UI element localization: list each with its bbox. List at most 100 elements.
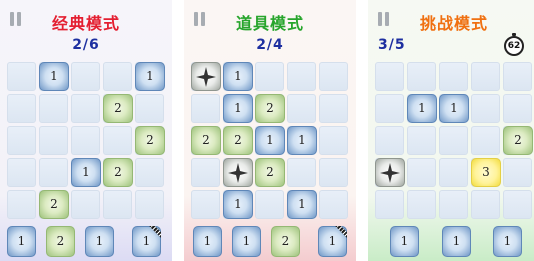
- tray-tile[interactable]: 1: [7, 226, 36, 257]
- number-tile[interactable]: 2: [39, 190, 69, 219]
- board-cell[interactable]: [503, 94, 532, 123]
- board-cell[interactable]: [407, 158, 436, 187]
- number-tile[interactable]: 1: [223, 190, 253, 219]
- board-cell[interactable]: [39, 158, 68, 187]
- lock-ribbon-icon: [146, 226, 161, 241]
- board-cell[interactable]: [439, 62, 468, 91]
- tile-tray[interactable]: 111: [368, 224, 534, 261]
- board-cell[interactable]: [255, 190, 284, 219]
- board-cell[interactable]: [471, 126, 500, 155]
- tray-tile[interactable]: 1: [493, 226, 522, 257]
- board-cell[interactable]: [319, 62, 348, 91]
- board-cell[interactable]: [71, 190, 100, 219]
- tray-tile[interactable]: 1: [193, 226, 222, 257]
- shuriken-tile[interactable]: [223, 158, 253, 187]
- number-tile[interactable]: 2: [503, 126, 533, 155]
- board-cell[interactable]: [71, 126, 100, 155]
- number-tile[interactable]: 1: [39, 62, 69, 91]
- board-cell[interactable]: [103, 62, 132, 91]
- board-cell[interactable]: [407, 62, 436, 91]
- board-cell[interactable]: [319, 190, 348, 219]
- board-cell[interactable]: [471, 190, 500, 219]
- board-cell[interactable]: [7, 94, 36, 123]
- board-cell[interactable]: [439, 158, 468, 187]
- number-tile[interactable]: 2: [255, 94, 285, 123]
- number-tile[interactable]: 1: [135, 62, 165, 91]
- level-progress: 2/6: [72, 37, 100, 53]
- lock-ribbon-icon: [332, 226, 347, 241]
- board-cell[interactable]: [407, 190, 436, 219]
- board-cell[interactable]: [103, 190, 132, 219]
- tray-tile[interactable]: 1: [442, 226, 471, 257]
- board-cell[interactable]: [71, 62, 100, 91]
- board-cell[interactable]: [471, 62, 500, 91]
- board-cell[interactable]: [135, 190, 164, 219]
- board-cell[interactable]: [39, 94, 68, 123]
- number-tile[interactable]: 2: [223, 126, 253, 155]
- board-cell[interactable]: [287, 158, 316, 187]
- number-tile[interactable]: 1: [223, 94, 253, 123]
- number-tile[interactable]: 2: [191, 126, 221, 155]
- board-cell[interactable]: [191, 158, 220, 187]
- tray-tile[interactable]: 2: [46, 226, 75, 257]
- board-cell[interactable]: [319, 158, 348, 187]
- number-tile[interactable]: 2: [255, 158, 285, 187]
- board-cell[interactable]: [503, 62, 532, 91]
- board-cell[interactable]: [439, 190, 468, 219]
- board-cell[interactable]: [375, 62, 404, 91]
- number-tile[interactable]: 1: [71, 158, 101, 187]
- tray-tile[interactable]: 1: [132, 226, 161, 257]
- board-cell[interactable]: [7, 158, 36, 187]
- board-cell[interactable]: [39, 126, 68, 155]
- number-tile[interactable]: 1: [287, 190, 317, 219]
- number-tile[interactable]: 1: [439, 94, 469, 123]
- board-cell[interactable]: [375, 190, 404, 219]
- tile-tray[interactable]: 1121: [184, 224, 356, 261]
- tray-tile[interactable]: 1: [232, 226, 261, 257]
- board-cell[interactable]: [191, 190, 220, 219]
- board-cell[interactable]: [135, 158, 164, 187]
- board-cell[interactable]: [7, 126, 36, 155]
- board-cell[interactable]: [503, 190, 532, 219]
- shuriken-icon: [192, 67, 220, 87]
- board-cell[interactable]: [471, 94, 500, 123]
- board-cell[interactable]: [319, 94, 348, 123]
- panel-challenge-mode: 挑战模式 3/5 62 1123 111: [368, 0, 534, 261]
- tile-tray[interactable]: 1211: [0, 224, 172, 261]
- board-cell[interactable]: [319, 126, 348, 155]
- shuriken-tile[interactable]: [191, 62, 221, 91]
- board-cell[interactable]: [503, 158, 532, 187]
- board-cell[interactable]: [71, 94, 100, 123]
- board-cell[interactable]: [375, 126, 404, 155]
- board-cell[interactable]: [287, 94, 316, 123]
- board-cell[interactable]: [255, 62, 284, 91]
- mode-title: 挑战模式: [419, 14, 488, 33]
- board-cell[interactable]: [103, 126, 132, 155]
- board-cell[interactable]: [287, 62, 316, 91]
- tray-tile[interactable]: 1: [390, 226, 419, 257]
- number-tile[interactable]: 1: [407, 94, 437, 123]
- mode-title: 道具模式: [235, 14, 304, 33]
- shuriken-icon: [224, 163, 252, 183]
- tray-tile[interactable]: 1: [318, 226, 347, 257]
- board-cell[interactable]: [135, 94, 164, 123]
- board-cell[interactable]: [439, 126, 468, 155]
- number-tile[interactable]: 2: [103, 158, 133, 187]
- board-cell[interactable]: [7, 62, 36, 91]
- number-tile[interactable]: 1: [287, 126, 317, 155]
- number-tile[interactable]: 1: [223, 62, 253, 91]
- shuriken-icon: [376, 163, 404, 183]
- number-tile[interactable]: 2: [103, 94, 133, 123]
- shuriken-tile[interactable]: [375, 158, 405, 187]
- number-tile[interactable]: 1: [255, 126, 285, 155]
- tray-tile[interactable]: 1: [85, 226, 114, 257]
- tray-tile[interactable]: 2: [271, 226, 300, 257]
- level-progress: 3/5: [378, 37, 406, 53]
- board-cell[interactable]: [7, 190, 36, 219]
- board-cell[interactable]: [375, 94, 404, 123]
- number-tile[interactable]: 2: [135, 126, 165, 155]
- stopwatch-icon: 62: [504, 33, 524, 56]
- board-cell[interactable]: [407, 126, 436, 155]
- board-cell[interactable]: [191, 94, 220, 123]
- number-tile[interactable]: 3: [471, 158, 501, 187]
